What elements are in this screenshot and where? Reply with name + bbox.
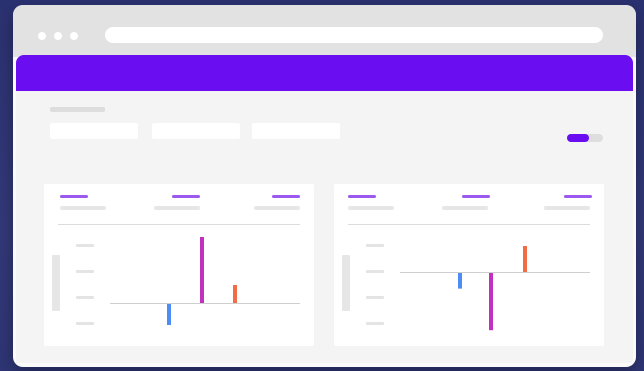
bar-2 [489,273,493,331]
browser-window [13,5,636,367]
chart-card-1 [44,184,314,346]
address-bar[interactable] [105,27,603,43]
window-minimize-dot[interactable] [54,32,62,40]
window-close-dot[interactable] [38,32,46,40]
bar-3 [233,285,237,303]
dashboard-body [16,91,633,363]
filter-tab-2[interactable] [152,123,240,139]
window-maximize-dot[interactable] [70,32,78,40]
bar-2 [200,237,204,303]
page-title-placeholder [50,107,105,112]
bar-chart-1 [110,237,300,325]
view-toggle-knob [567,134,589,142]
bar-chart-2 [400,246,590,331]
app-header [16,55,633,91]
bar-1 [167,304,171,325]
view-toggle[interactable] [567,134,603,142]
chart-card-2 [334,184,604,346]
filter-tab-3[interactable] [252,123,340,139]
filter-tab-1[interactable] [50,123,138,139]
bar-1 [458,273,462,289]
browser-titlebar [13,5,636,57]
bar-3 [523,246,527,272]
